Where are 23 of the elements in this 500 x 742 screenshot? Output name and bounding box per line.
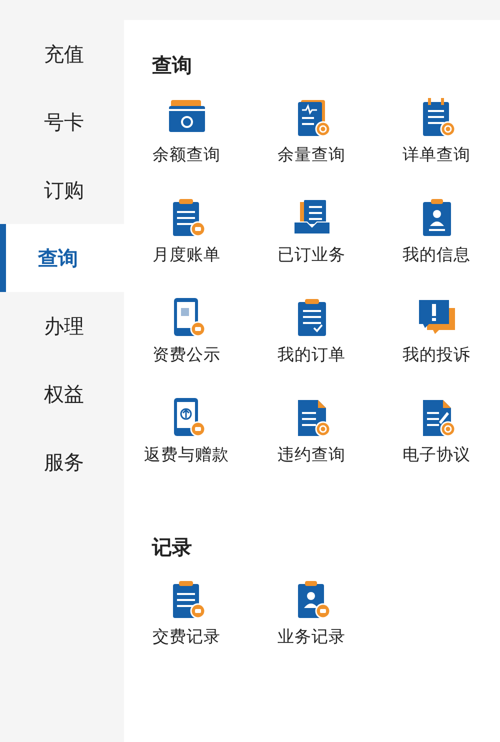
menu-item-label[interactable]: 返费与赠款	[144, 444, 229, 466]
menu-item-label[interactable]: 余量查询	[278, 144, 346, 166]
menu-item-label[interactable]: 详单查询	[402, 144, 470, 166]
menu-item-label[interactable]: 我的信息	[402, 244, 470, 266]
menu-item-label[interactable]: 我的投诉	[402, 344, 470, 366]
sidebar-item[interactable]: 号卡	[0, 88, 124, 156]
section-title: 记录	[150, 534, 193, 561]
sidebar-item[interactable]: 充值	[0, 20, 124, 88]
sidebar-item[interactable]: 服务	[0, 428, 124, 496]
menu-item-label[interactable]: 交费记录	[152, 626, 220, 648]
section-title: 查询	[150, 52, 193, 79]
menu-item-label[interactable]: 余额查询	[152, 144, 220, 166]
menu-item-label[interactable]: 月度账单	[152, 244, 220, 266]
menu-item-label[interactable]: 已订业务	[278, 244, 346, 266]
menu-item-label[interactable]: 资费公示	[152, 344, 220, 366]
sidebar-item[interactable]: 权益	[0, 360, 124, 428]
menu-item-label[interactable]: 违约查询	[278, 444, 346, 466]
menu-item-label[interactable]: 电子协议	[402, 444, 470, 466]
menu-item-label[interactable]: 我的订单	[278, 344, 346, 366]
sidebar-item[interactable]: 订购	[0, 156, 124, 224]
menu-item-label[interactable]: 业务记录	[278, 626, 346, 648]
sidebar-item[interactable]: 办理	[0, 292, 124, 360]
sidebar-item[interactable]: 查询	[0, 224, 124, 292]
